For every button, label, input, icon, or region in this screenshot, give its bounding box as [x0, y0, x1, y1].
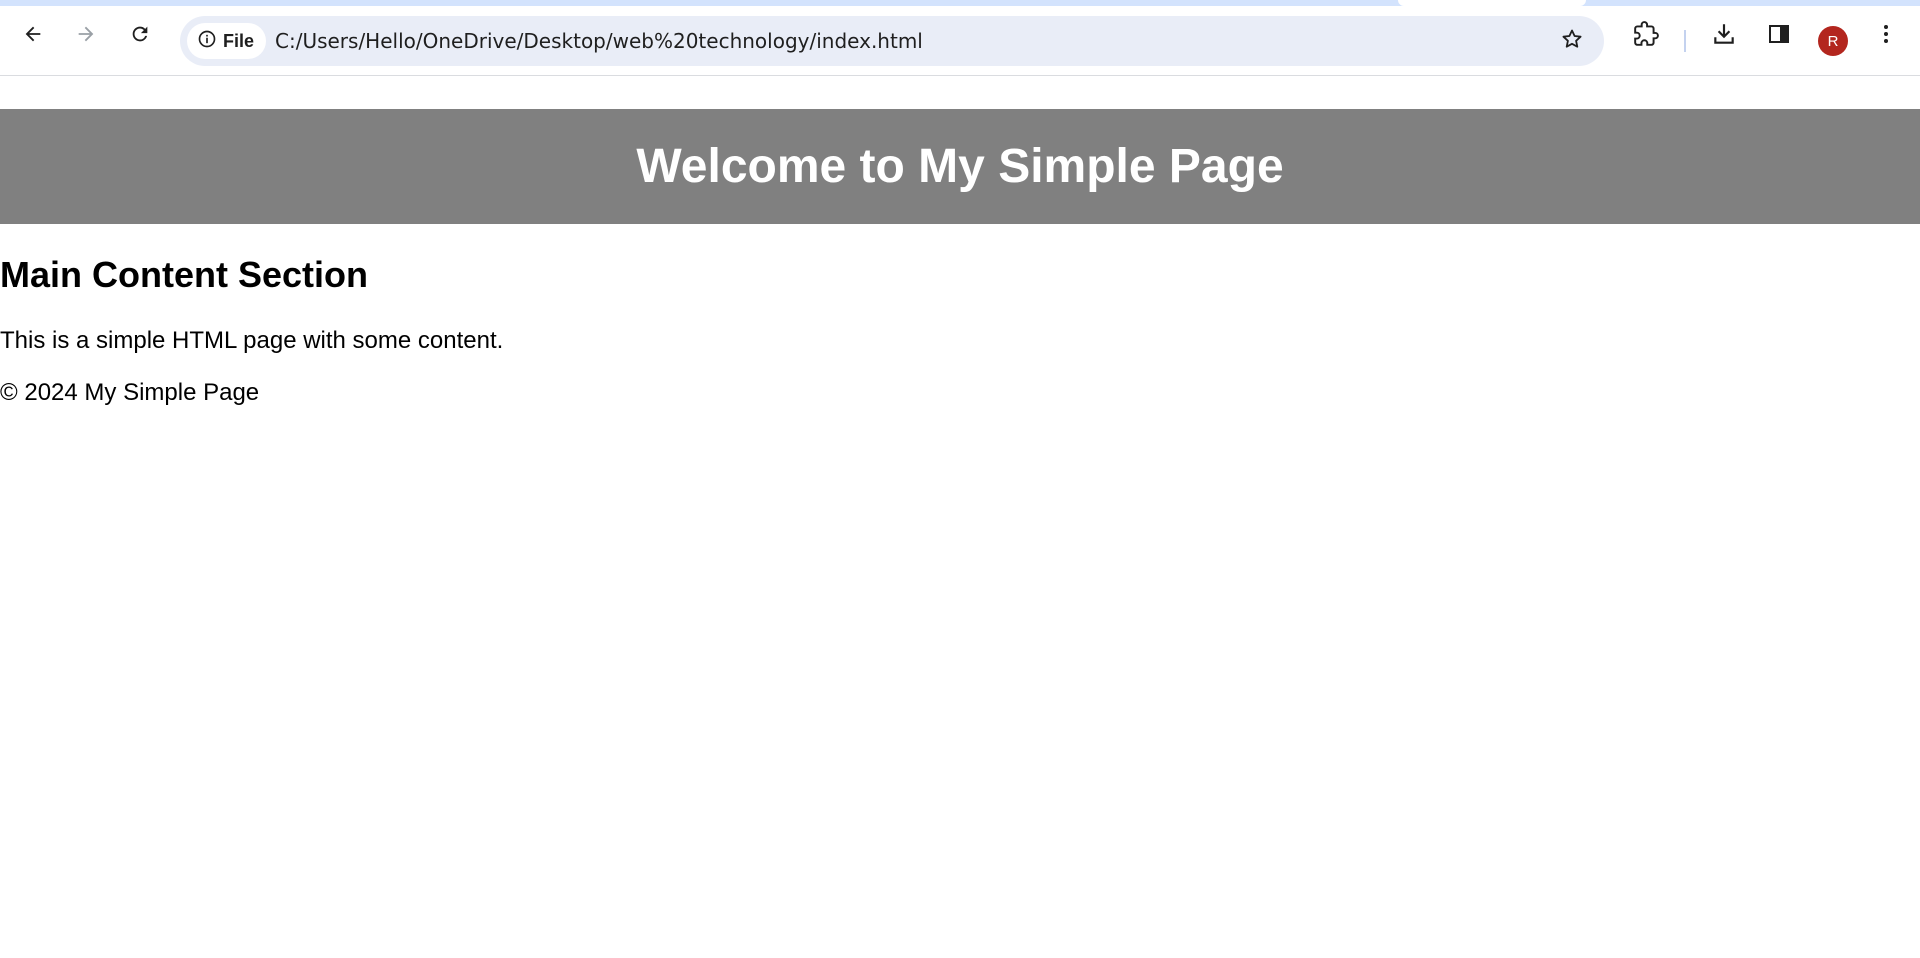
bookmark-button[interactable] — [1554, 23, 1590, 59]
address-bar[interactable]: File C:/Users/Hello/OneDrive/Desktop/web… — [180, 16, 1604, 66]
info-icon — [197, 29, 217, 54]
active-tab[interactable] — [1398, 0, 1586, 6]
star-icon — [1560, 27, 1584, 56]
extensions-button[interactable] — [1628, 18, 1664, 54]
profile-avatar[interactable]: R — [1818, 26, 1848, 56]
extensions-icon — [1633, 20, 1659, 52]
reload-icon — [129, 23, 151, 50]
back-arrow-icon — [22, 23, 44, 50]
tab-strip — [0, 0, 1920, 6]
site-header: Welcome to My Simple Page — [0, 109, 1920, 224]
footer-text: © 2024 My Simple Page — [0, 379, 260, 406]
forward-button[interactable] — [68, 18, 104, 54]
side-panel-icon — [1767, 22, 1791, 51]
more-vert-icon — [1874, 22, 1898, 51]
menu-button[interactable] — [1868, 18, 1904, 54]
url-text[interactable]: C:/Users/Hello/OneDrive/Desktop/web%20te… — [275, 16, 923, 66]
browser-toolbar: File C:/Users/Hello/OneDrive/Desktop/web… — [0, 0, 1920, 76]
download-icon — [1711, 21, 1737, 52]
side-panel-button[interactable] — [1761, 18, 1797, 54]
toolbar-divider — [1684, 30, 1686, 52]
main-heading: Main Content Section — [0, 254, 368, 295]
forward-arrow-icon — [75, 23, 97, 50]
page-title: Welcome to My Simple Page — [636, 140, 1284, 193]
back-button[interactable] — [15, 18, 51, 54]
site-chip-label: File — [223, 30, 255, 51]
page-content: Welcome to My Simple Page Main Content S… — [0, 76, 1920, 958]
main-paragraph: This is a simple HTML page with some con… — [0, 327, 504, 354]
reload-button[interactable] — [122, 18, 158, 54]
downloads-button[interactable] — [1706, 18, 1742, 54]
site-info-chip[interactable]: File — [187, 23, 267, 59]
